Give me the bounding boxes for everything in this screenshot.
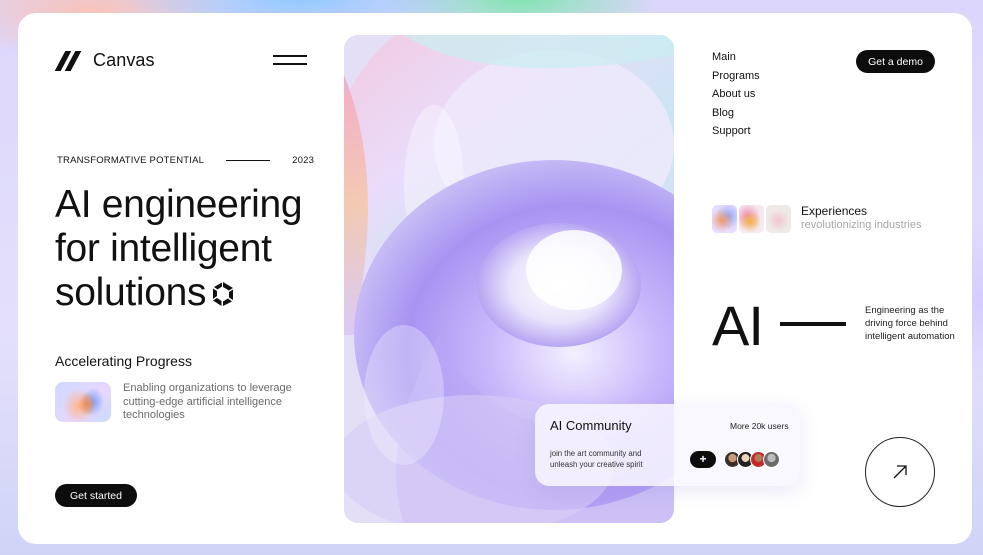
ai-description: Engineering as the driving force behind … xyxy=(865,305,955,342)
brand-logo[interactable]: Canvas xyxy=(54,50,155,71)
nav-item-programs[interactable]: Programs xyxy=(712,70,760,84)
community-user-count: More 20k users xyxy=(730,421,789,431)
avatar xyxy=(763,451,780,468)
landing-card: Canvas TRANSFORMATIVE POTENTIAL 2023 AI … xyxy=(18,13,972,544)
eyebrow-label: TRANSFORMATIVE POTENTIAL xyxy=(57,155,205,166)
experience-thumbnails[interactable] xyxy=(712,205,791,233)
get-demo-button[interactable]: Get a demo xyxy=(856,50,935,73)
brand-name: Canvas xyxy=(93,50,155,70)
eyebrow: TRANSFORMATIVE POTENTIAL 2023 xyxy=(57,155,314,166)
spinning-hexagon-icon xyxy=(213,282,234,306)
experience-thumb-2 xyxy=(739,205,764,233)
ai-divider xyxy=(780,322,846,326)
experience-thumb-1 xyxy=(712,205,737,233)
arrow-up-right-button[interactable] xyxy=(865,437,935,507)
double-slash-logo-icon xyxy=(54,50,82,71)
headline-line-3-wrap: solutions xyxy=(55,271,355,315)
progress-thumbnail xyxy=(55,382,111,422)
main-nav: Main Programs About us Blog Support xyxy=(712,51,760,139)
arrow-up-right-icon xyxy=(893,465,907,479)
join-community-button[interactable]: + xyxy=(690,451,716,468)
member-avatars xyxy=(724,451,780,468)
nav-item-blog[interactable]: Blog xyxy=(712,107,760,121)
experiences-title: Experiences xyxy=(801,204,868,218)
nav-item-support[interactable]: Support xyxy=(712,125,760,139)
headline-line-1: AI engineering xyxy=(55,183,303,226)
get-started-button[interactable]: Get started xyxy=(55,484,137,507)
experiences-subtitle: revolutionizing industries xyxy=(801,219,922,231)
progress-title: Accelerating Progress xyxy=(55,353,192,369)
headline-line-2: for intelligent xyxy=(55,227,272,270)
nav-item-about-us[interactable]: About us xyxy=(712,88,760,102)
nav-item-main[interactable]: Main xyxy=(712,51,760,65)
progress-description: Enabling organizations to leverage cutti… xyxy=(123,382,292,421)
ai-big-text: AI xyxy=(712,294,764,357)
page-title: AI engineering for intelligent solutions xyxy=(55,183,355,315)
eyebrow-year: 2023 xyxy=(292,155,315,166)
headline-line-3: solutions xyxy=(55,271,207,314)
community-card[interactable]: AI Community More 20k users join the art… xyxy=(535,404,800,486)
community-title: AI Community xyxy=(550,418,632,433)
community-description: join the art community and unleash your … xyxy=(550,449,643,469)
experience-thumb-3 xyxy=(766,205,791,233)
eyebrow-divider xyxy=(226,160,271,161)
hamburger-menu-icon[interactable] xyxy=(273,55,307,67)
